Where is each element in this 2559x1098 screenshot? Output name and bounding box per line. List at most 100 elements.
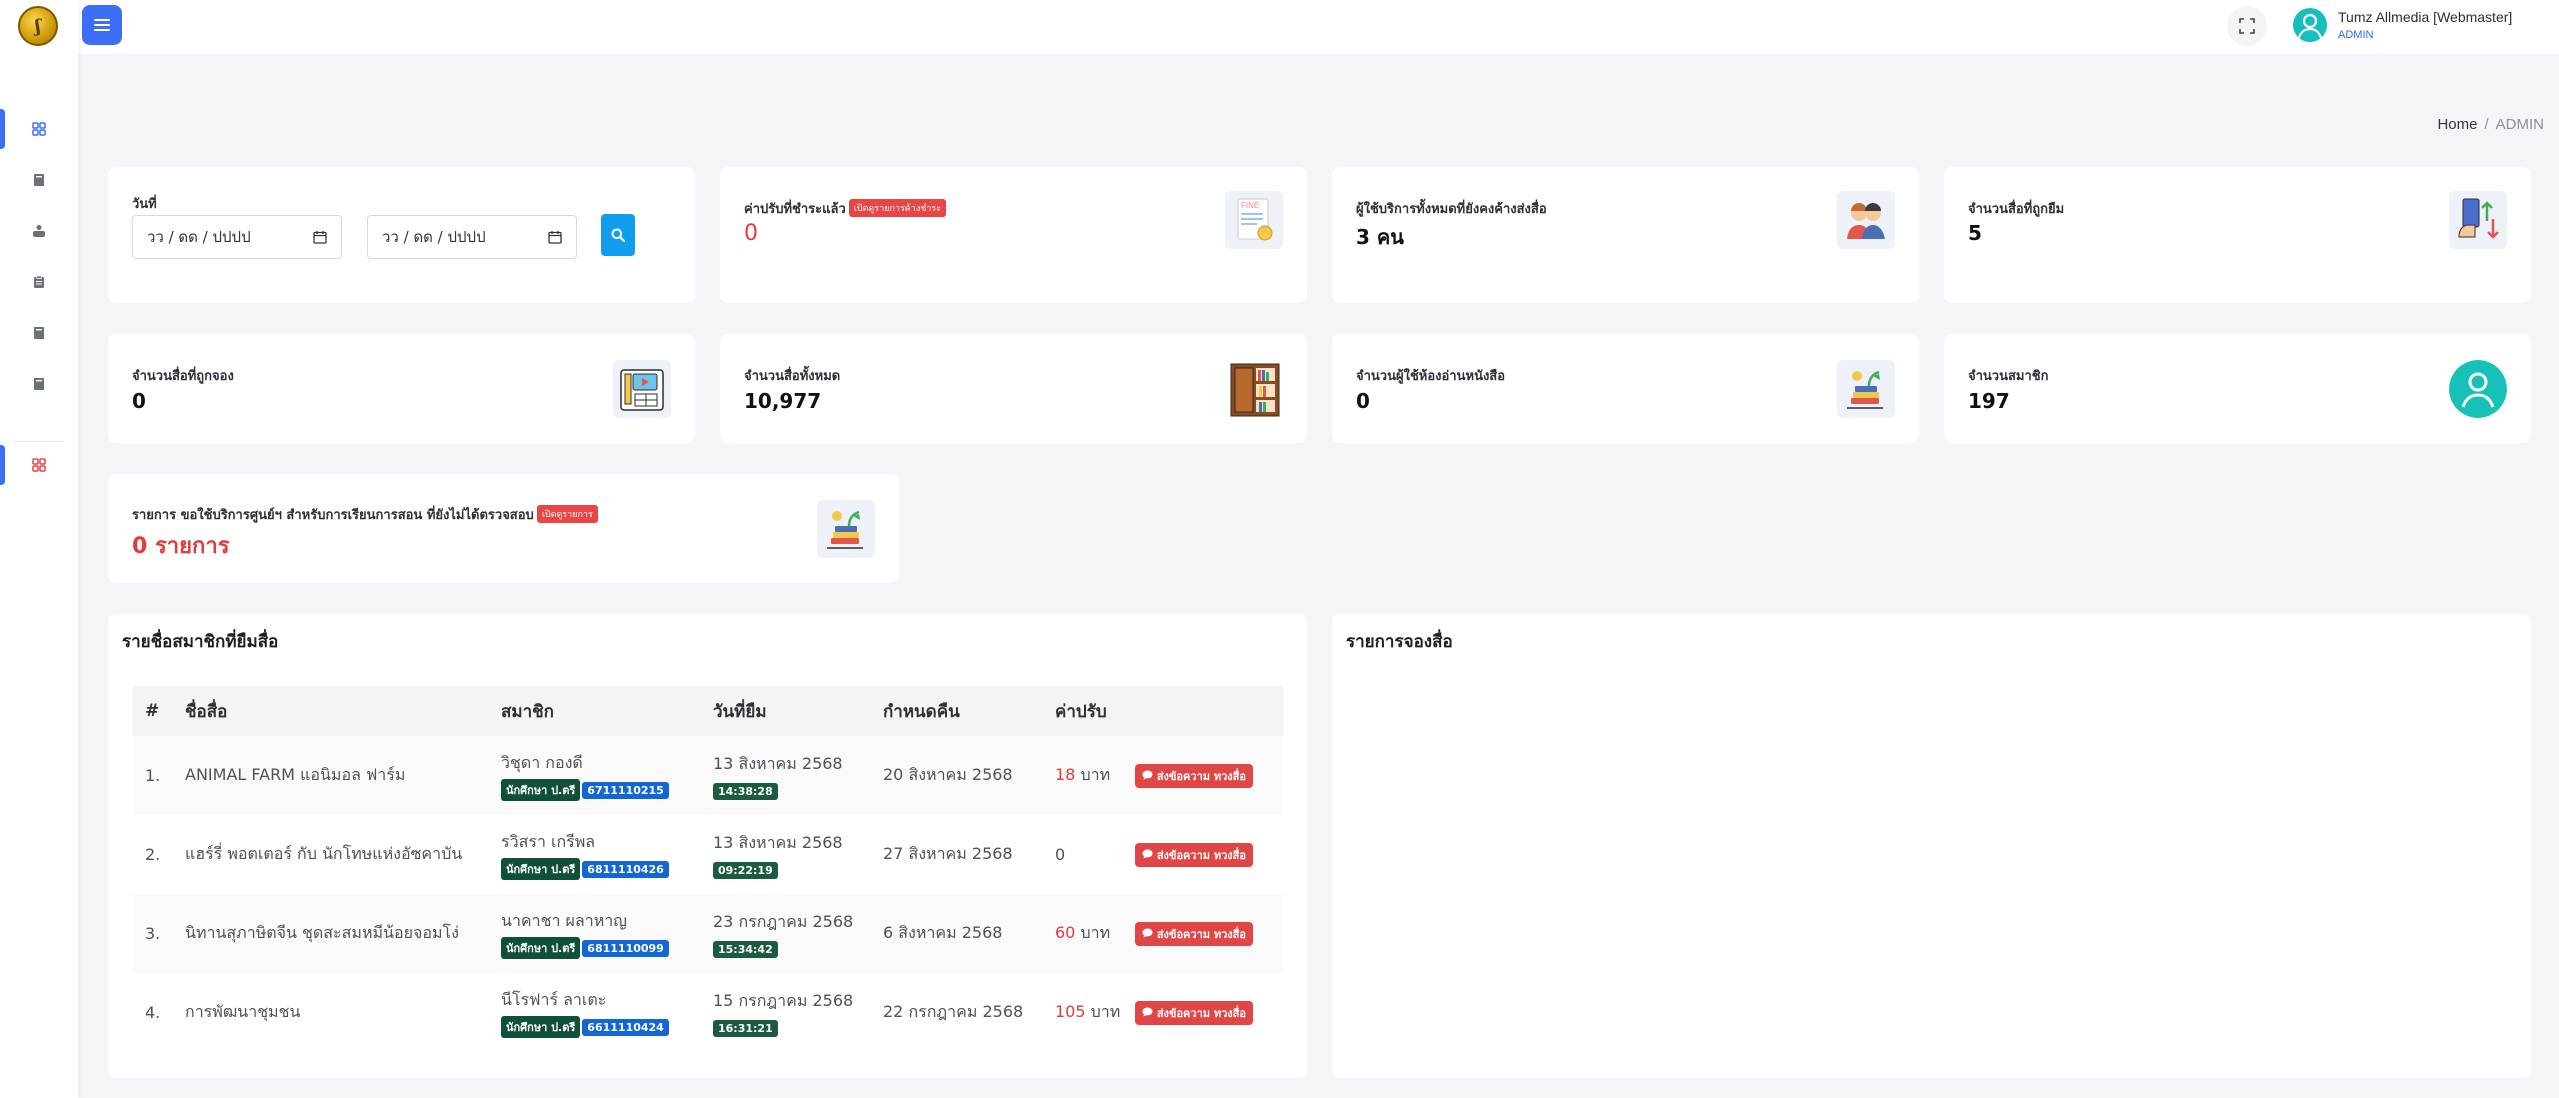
member-type-badge: นักศึกษา ป.ตรี [501, 857, 581, 880]
sidebar-item-catalog[interactable] [0, 311, 78, 355]
chat-icon [1142, 1007, 1153, 1016]
borrowers-title: รายชื่อสมาชิกที่ยืมสื่อ [122, 632, 279, 652]
start-date-input[interactable]: วว / ดด / ปปปป [132, 215, 342, 259]
stat-card-fines-paid: ค่าปรับที่ชำระแล้ว เปิดดูรายการค้างชำระ 0… [720, 167, 1307, 303]
fine-amount: 105 [1055, 1002, 1086, 1021]
member-name: รวิสรา เกรีพล [501, 831, 596, 851]
table-header-row: # ชื่อสื่อ สมาชิก วันที่ยืม กำหนดคืน ค่า… [133, 686, 1283, 736]
stat-label: ค่าปรับที่ชำระแล้ว เปิดดูรายการค้างชำระ [744, 198, 947, 219]
borrow-time-badge: 15:34:42 [713, 940, 778, 958]
member-type-badge: นักศึกษา ป.ตรี [501, 1015, 581, 1038]
logo-glyph: ʃ [35, 15, 41, 37]
borrow-date-cell: 23 กรกฎาคม 2568 15:34:42 [701, 894, 871, 973]
end-date-placeholder: วว / ดด / ปปปป [382, 228, 486, 246]
start-date-placeholder: วว / ดด / ปปปป [147, 228, 251, 246]
members-label: จำนวนสมาชิก [1968, 369, 2049, 384]
requests-pending-label: รายการ ขอใช้บริการศูนย์ฯ สำหรับการเรียนก… [132, 508, 534, 523]
col-member: สมาชิก [501, 701, 554, 722]
col-due-date: กำหนดคืน [883, 701, 960, 722]
due-date: 27 สิงหาคม 2568 [883, 844, 1013, 863]
end-date-input[interactable]: วว / ดด / ปปปป [367, 215, 577, 259]
date-label: วันที่ [132, 197, 157, 212]
row-number: 2. [145, 845, 161, 864]
books-idea-icon [1837, 360, 1895, 418]
borrow-exchange-icon [2449, 191, 2507, 249]
col-fine: ค่าปรับ [1055, 701, 1107, 722]
sidebar-item-dashboard[interactable] [0, 107, 78, 151]
table-row: 3. นิทานสุภาษิตจีน ชุดสะสมหมีน้อยจอมโง่ … [133, 894, 1283, 973]
search-button[interactable] [601, 214, 635, 256]
member-cell: รวิสรา เกรีพล นักศึกษา ป.ตรี 6811110426 [489, 815, 701, 894]
media-reserved-value: 0 [132, 389, 146, 413]
fullscreen-button[interactable] [2227, 6, 2267, 46]
sidebar-item-apps[interactable] [0, 443, 78, 487]
member-type-badge: นักศึกษา ป.ตรี [501, 936, 581, 959]
user-name[interactable]: Tumz Allmedia [Webmaster] [2338, 9, 2512, 25]
send-reminder-label: ส่งข้อความ ทวงสื่อ [1156, 1006, 1246, 1020]
hamburger-icon [94, 19, 110, 31]
fine-document-icon: FINE [1225, 191, 1283, 249]
user-avatar[interactable] [2293, 8, 2327, 42]
book-icon [34, 174, 44, 186]
sidebar-item-reports[interactable] [0, 260, 78, 304]
bookshelf-icon [1225, 360, 1283, 418]
send-reminder-button[interactable]: ส่งข้อความ ทวงสื่อ [1135, 1000, 1253, 1025]
fine-cell: 105 บาท [1043, 973, 1123, 1052]
logo[interactable]: ʃ [18, 6, 58, 46]
sidebar: ʃ [0, 0, 78, 1098]
stat-label: รายการ ขอใช้บริการศูนย์ฯ สำหรับการเรียนก… [132, 504, 598, 525]
member-name: นีโรฟาร์ ลาเตะ [501, 989, 607, 1009]
chat-icon [1142, 770, 1153, 779]
stat-card-media-reserved: จำนวนสื่อที่ถูกจอง 0 [108, 334, 695, 443]
send-reminder-button[interactable]: ส่งข้อความ ทวงสื่อ [1135, 763, 1253, 788]
member-id-badge: 6811110099 [582, 939, 669, 957]
borrow-date-cell: 13 สิงหาคม 2568 09:22:19 [701, 815, 871, 894]
sidebar-item-books[interactable] [0, 158, 78, 202]
sidebar-item-media[interactable] [0, 209, 78, 253]
fines-paid-value: 0 [744, 221, 758, 246]
borrow-date: 15 กรกฎาคม 2568 [713, 990, 854, 1010]
member-cell: วิชุดา กองดี นักศึกษา ป.ตรี 6711110215 [489, 736, 701, 815]
members-value: 197 [1968, 389, 2010, 413]
open-list-badge[interactable]: เปิดดูรายการ [536, 505, 598, 523]
sidebar-item-archive[interactable] [0, 362, 78, 406]
stat-card-members: จำนวนสมาชิก 197 [1944, 334, 2531, 443]
borrowers-card: รายชื่อสมาชิกที่ยืมสื่อ # ชื่อสื่อ สมาชิ… [108, 614, 1307, 1078]
borrowers-table: # ชื่อสื่อ สมาชิก วันที่ยืม กำหนดคืน ค่า… [133, 686, 1283, 1052]
media-player-icon [613, 360, 671, 418]
table-row: 4. การพัฒนาชุมชน นีโรฟาร์ ลาเตะ นักศึกษา … [133, 973, 1283, 1052]
send-reminder-button[interactable]: ส่งข้อความ ทวงสื่อ [1135, 921, 1253, 946]
date-filter-card: วันที่ วว / ดด / ปปปป วว / ดด / ปปปป [108, 167, 695, 303]
send-reminder-button[interactable]: ส่งข้อความ ทวงสื่อ [1135, 842, 1253, 867]
borrow-date-cell: 15 กรกฎาคม 2568 16:31:21 [701, 973, 871, 1052]
menu-toggle-button[interactable] [82, 5, 122, 45]
media-title: ANIMAL FARM แอนิมอล ฟาร์ม [185, 765, 406, 784]
reading-room-value: 0 [1356, 389, 1370, 413]
action-cell: ส่งข้อความ ทวงสื่อ [1123, 815, 1283, 894]
users-overdue-label: ผู้ใช้บริการทั้งหมดที่ยังคงค้างส่งสื่อ [1356, 202, 1547, 217]
search-icon [611, 228, 625, 242]
due-date: 6 สิงหาคม 2568 [883, 923, 1003, 942]
row-number: 1. [145, 766, 161, 785]
send-reminder-label: ส่งข้อความ ทวงสื่อ [1156, 848, 1246, 862]
fine-cell: 18 บาท [1043, 736, 1123, 815]
fines-paid-label: ค่าปรับที่ชำระแล้ว [744, 202, 846, 217]
breadcrumb-separator: / [2484, 116, 2489, 133]
borrow-time-badge: 16:31:21 [713, 1019, 778, 1037]
stat-card-users-overdue: ผู้ใช้บริการทั้งหมดที่ยังคงค้างส่งสื่อ 3… [1332, 167, 1919, 303]
borrow-date: 23 กรกฎาคม 2568 [713, 911, 854, 931]
member-user-icon [2449, 360, 2507, 418]
reservations-title: รายการจองสื่อ [1346, 632, 1453, 652]
breadcrumb-home[interactable]: Home [2437, 116, 2477, 133]
books-idea-icon [817, 500, 875, 558]
borrow-date-cell: 13 สิงหาคม 2568 14:38:28 [701, 736, 871, 815]
table-row: 1. ANIMAL FARM แอนิมอล ฟาร์ม วิชุดา กองด… [133, 736, 1283, 815]
borrow-time-badge: 14:38:28 [713, 782, 778, 800]
media-reserved-label: จำนวนสื่อที่ถูกจอง [132, 369, 234, 384]
fine-amount: 18 [1055, 765, 1076, 784]
fine-cell: 0 [1043, 815, 1123, 894]
clipboard-icon [34, 275, 44, 288]
outstanding-list-badge[interactable]: เปิดดูรายการค้างชำระ [848, 199, 947, 217]
breadcrumb-current: ADMIN [2495, 116, 2544, 133]
member-name: นาคาชา ผลาหาญ [501, 910, 627, 930]
